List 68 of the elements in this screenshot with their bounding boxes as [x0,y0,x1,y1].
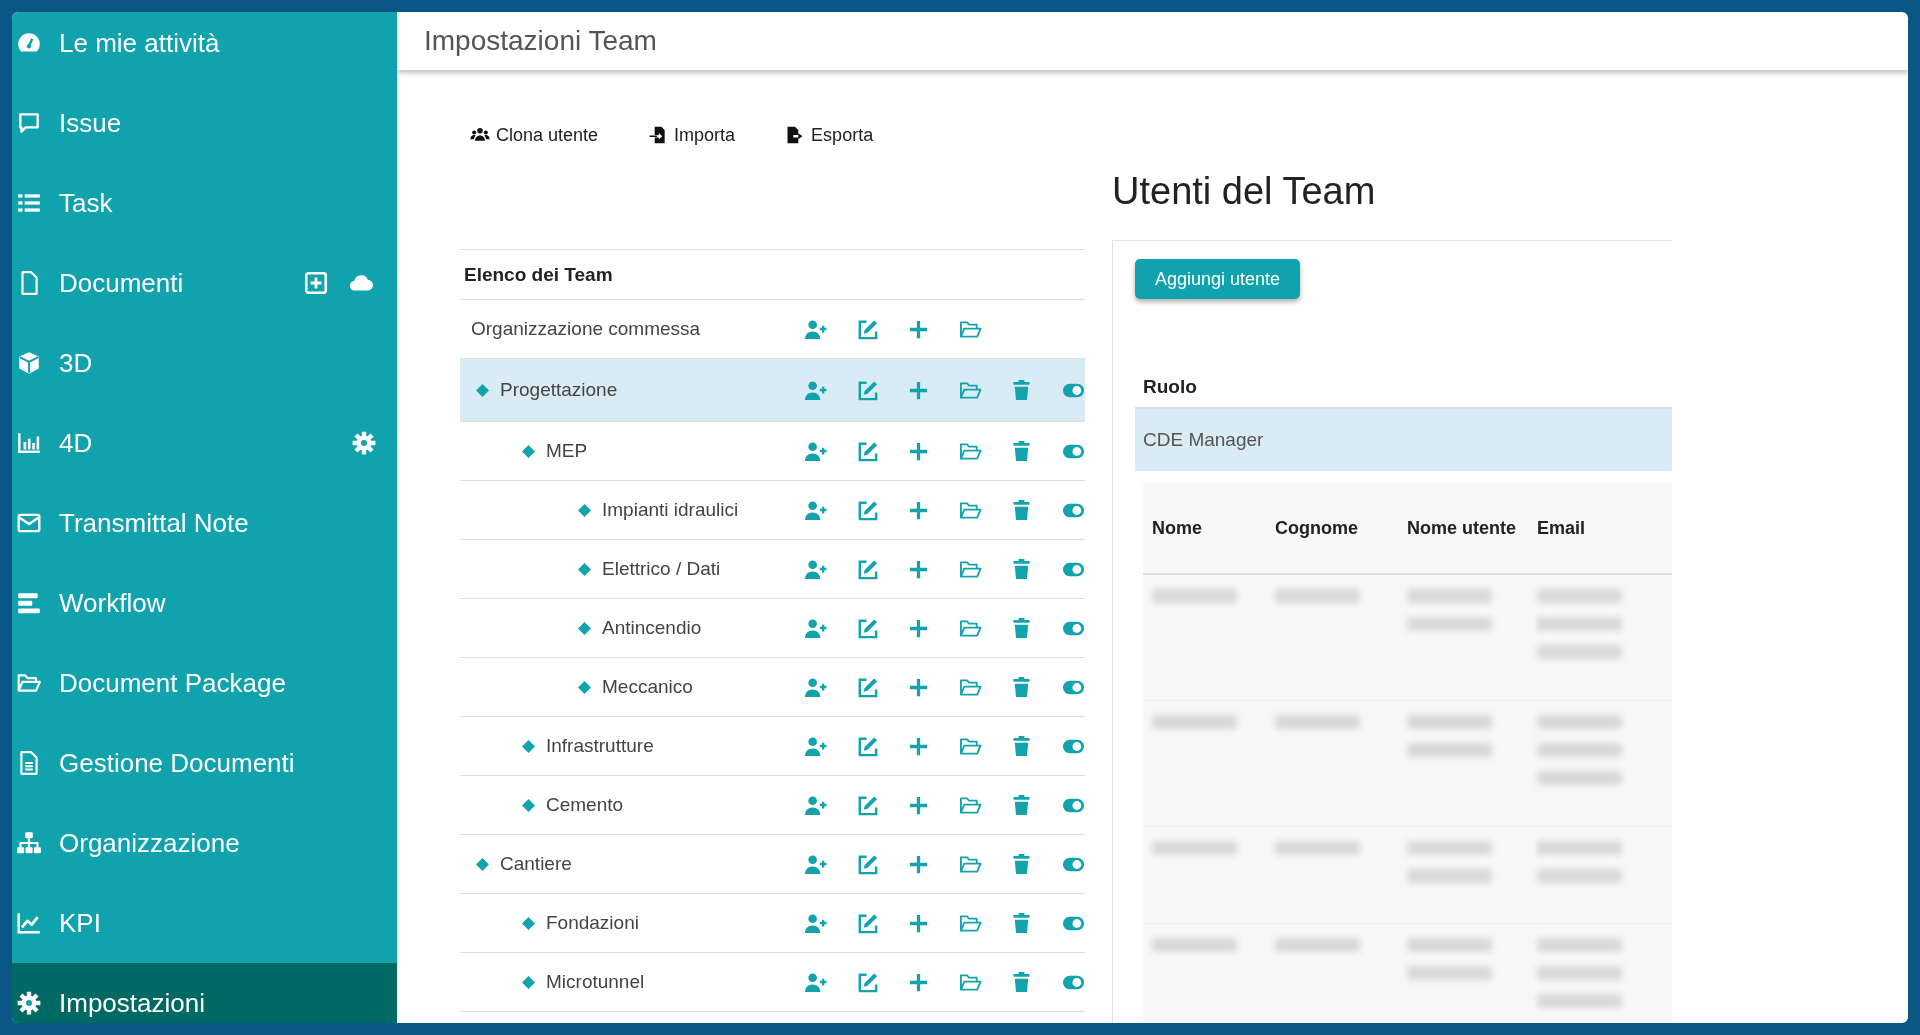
team-row[interactable]: Cantiere [460,835,1085,894]
diamond-icon [578,621,591,635]
line-chart-icon [16,910,42,936]
list-heading: Elenco dei Team [460,250,1085,300]
column-header: Email [1536,516,1587,540]
section-title: Utenti del Team [1112,169,1377,214]
team-row[interactable]: Impianti idraulici [460,481,1085,540]
team-row[interactable]: Cemento [460,776,1085,835]
column-header: Nome utente [1406,516,1517,540]
role-heading: Ruolo [1142,375,1198,399]
gear-icon[interactable] [351,430,377,456]
team-row[interactable]: Meccanico [460,658,1085,717]
team-name: Antincendio [602,617,702,639]
team-name: Microtunnel [546,971,645,993]
stacked-bars-icon [16,590,42,616]
gear-icon [16,990,42,1016]
team-name: Progettazione [500,379,618,401]
add-user-icon[interactable] [804,498,828,522]
team-name: Impianti idraulici [602,499,739,521]
add-user-icon[interactable] [804,970,828,994]
add-user-icon[interactable] [804,317,828,341]
speech-bubble-icon [16,110,42,136]
team-row[interactable]: Fondazioni [460,894,1085,953]
diamond-icon [578,680,591,694]
diamond-icon [522,739,535,753]
diamond-icon [476,383,489,397]
team-row[interactable]: Antincendio [460,599,1085,658]
toolbar-button[interactable]: Esporta [785,124,874,146]
page-title: Impostazioni Team [424,25,657,57]
diamond-icon [476,857,489,871]
team-name: Organizzazione commessa [471,318,701,340]
diamond-icon [522,444,535,458]
diamond-icon [578,503,591,517]
add-user-icon[interactable] [804,675,828,699]
team-row[interactable]: Microtunnel [460,953,1085,1012]
diamond-icon [522,798,535,812]
add-user-icon[interactable] [804,793,828,817]
diamond-icon [522,916,535,930]
team-name: Cemento [546,794,624,816]
add-user-icon[interactable] [804,852,828,876]
team-name: Cantiere [500,853,572,875]
add-user-icon[interactable] [804,557,828,581]
team-row[interactable]: Elettrico / Dati [460,540,1085,599]
team-name: Fondazioni [546,912,639,934]
team-name: Elettrico / Dati [602,558,721,580]
role-row[interactable]: CDE Manager [1135,407,1672,471]
bar-chart-icon [16,430,42,456]
column-header: Cognome [1274,516,1359,540]
toolbar-button[interactable]: Importa [648,124,736,146]
team-name: Meccanico [602,676,693,698]
team-name: Infrastrutture [546,735,654,757]
sidebar-item[interactable]: Impostazioni [12,963,397,1023]
diamond-icon [522,975,535,989]
diamond-icon [578,562,591,576]
sitemap-icon [16,830,42,856]
toolbar-button[interactable]: Clona utente [470,124,599,146]
cube-icon [16,350,42,376]
team-row[interactable]: Progettazione [460,359,1085,422]
add-user-icon[interactable] [804,616,828,640]
column-header: Nome [1151,516,1203,540]
add-user-icon[interactable] [804,734,828,758]
add-user-icon[interactable] [804,911,828,935]
team-row[interactable]: Infrastrutture [460,717,1085,776]
team-name: MEP [546,440,588,462]
add-user-icon[interactable] [804,378,828,402]
team-row[interactable]: MEP [460,422,1085,481]
add-user-icon[interactable] [804,439,828,463]
add-square-icon[interactable] [303,270,329,296]
